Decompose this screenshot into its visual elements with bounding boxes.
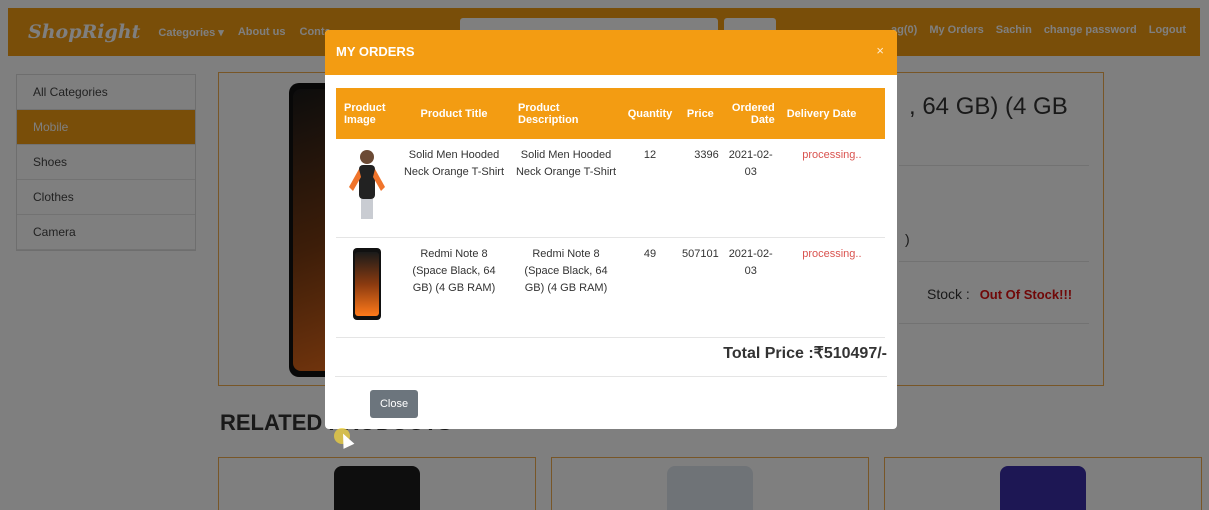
orders-table-header: Product Image Product Title Product Desc… — [336, 88, 885, 139]
smartphone-image — [353, 248, 381, 320]
order-image-cell — [336, 237, 398, 338]
order-price: 507101 — [678, 237, 723, 338]
header-product-description: Product Description — [518, 101, 579, 126]
header-product-title: Product Title — [420, 107, 488, 120]
order-quantity: 49 — [622, 237, 678, 338]
order-title: Redmi Note 8 (Space Black, 64 GB) (4 GB … — [398, 237, 510, 338]
order-total-price: Total Price :₹510497/- — [723, 345, 887, 362]
order-description: Solid Men Hooded Neck Orange T-Shirt — [510, 139, 622, 238]
order-title: Solid Men Hooded Neck Orange T-Shirt — [398, 139, 510, 238]
order-image-cell — [336, 139, 398, 238]
my-orders-modal: MY ORDERS × Product Image Product Title … — [325, 30, 897, 429]
order-ordered-date: 2021-02-03 — [722, 237, 779, 338]
close-button[interactable]: Close — [370, 390, 418, 418]
header-ordered-date: Ordered Date — [731, 101, 775, 126]
header-product-image: Product Image — [344, 101, 386, 126]
header-quantity: Quantity — [627, 107, 673, 120]
close-icon[interactable]: × — [876, 43, 884, 58]
order-ordered-date: 2021-02-03 — [722, 139, 779, 238]
hoodie-model-image — [349, 150, 385, 219]
order-price: 3396 — [678, 139, 723, 238]
modal-footer-divider — [335, 376, 887, 377]
order-quantity: 12 — [622, 139, 678, 238]
table-row: Redmi Note 8 (Space Black, 64 GB) (4 GB … — [336, 237, 885, 338]
order-delivery-status: processing.. — [778, 139, 885, 238]
order-delivery-status: processing.. — [778, 237, 885, 338]
modal-title: MY ORDERS — [336, 44, 415, 59]
header-delivery-date: Delivery Date — [786, 107, 857, 120]
modal-header: MY ORDERS × — [325, 30, 897, 75]
header-price: Price — [686, 107, 714, 120]
table-row: Solid Men Hooded Neck Orange T-Shirt Sol… — [336, 139, 885, 238]
orders-table: Product Image Product Title Product Desc… — [336, 88, 885, 338]
order-description: Redmi Note 8 (Space Black, 64 GB) (4 GB … — [510, 237, 622, 338]
